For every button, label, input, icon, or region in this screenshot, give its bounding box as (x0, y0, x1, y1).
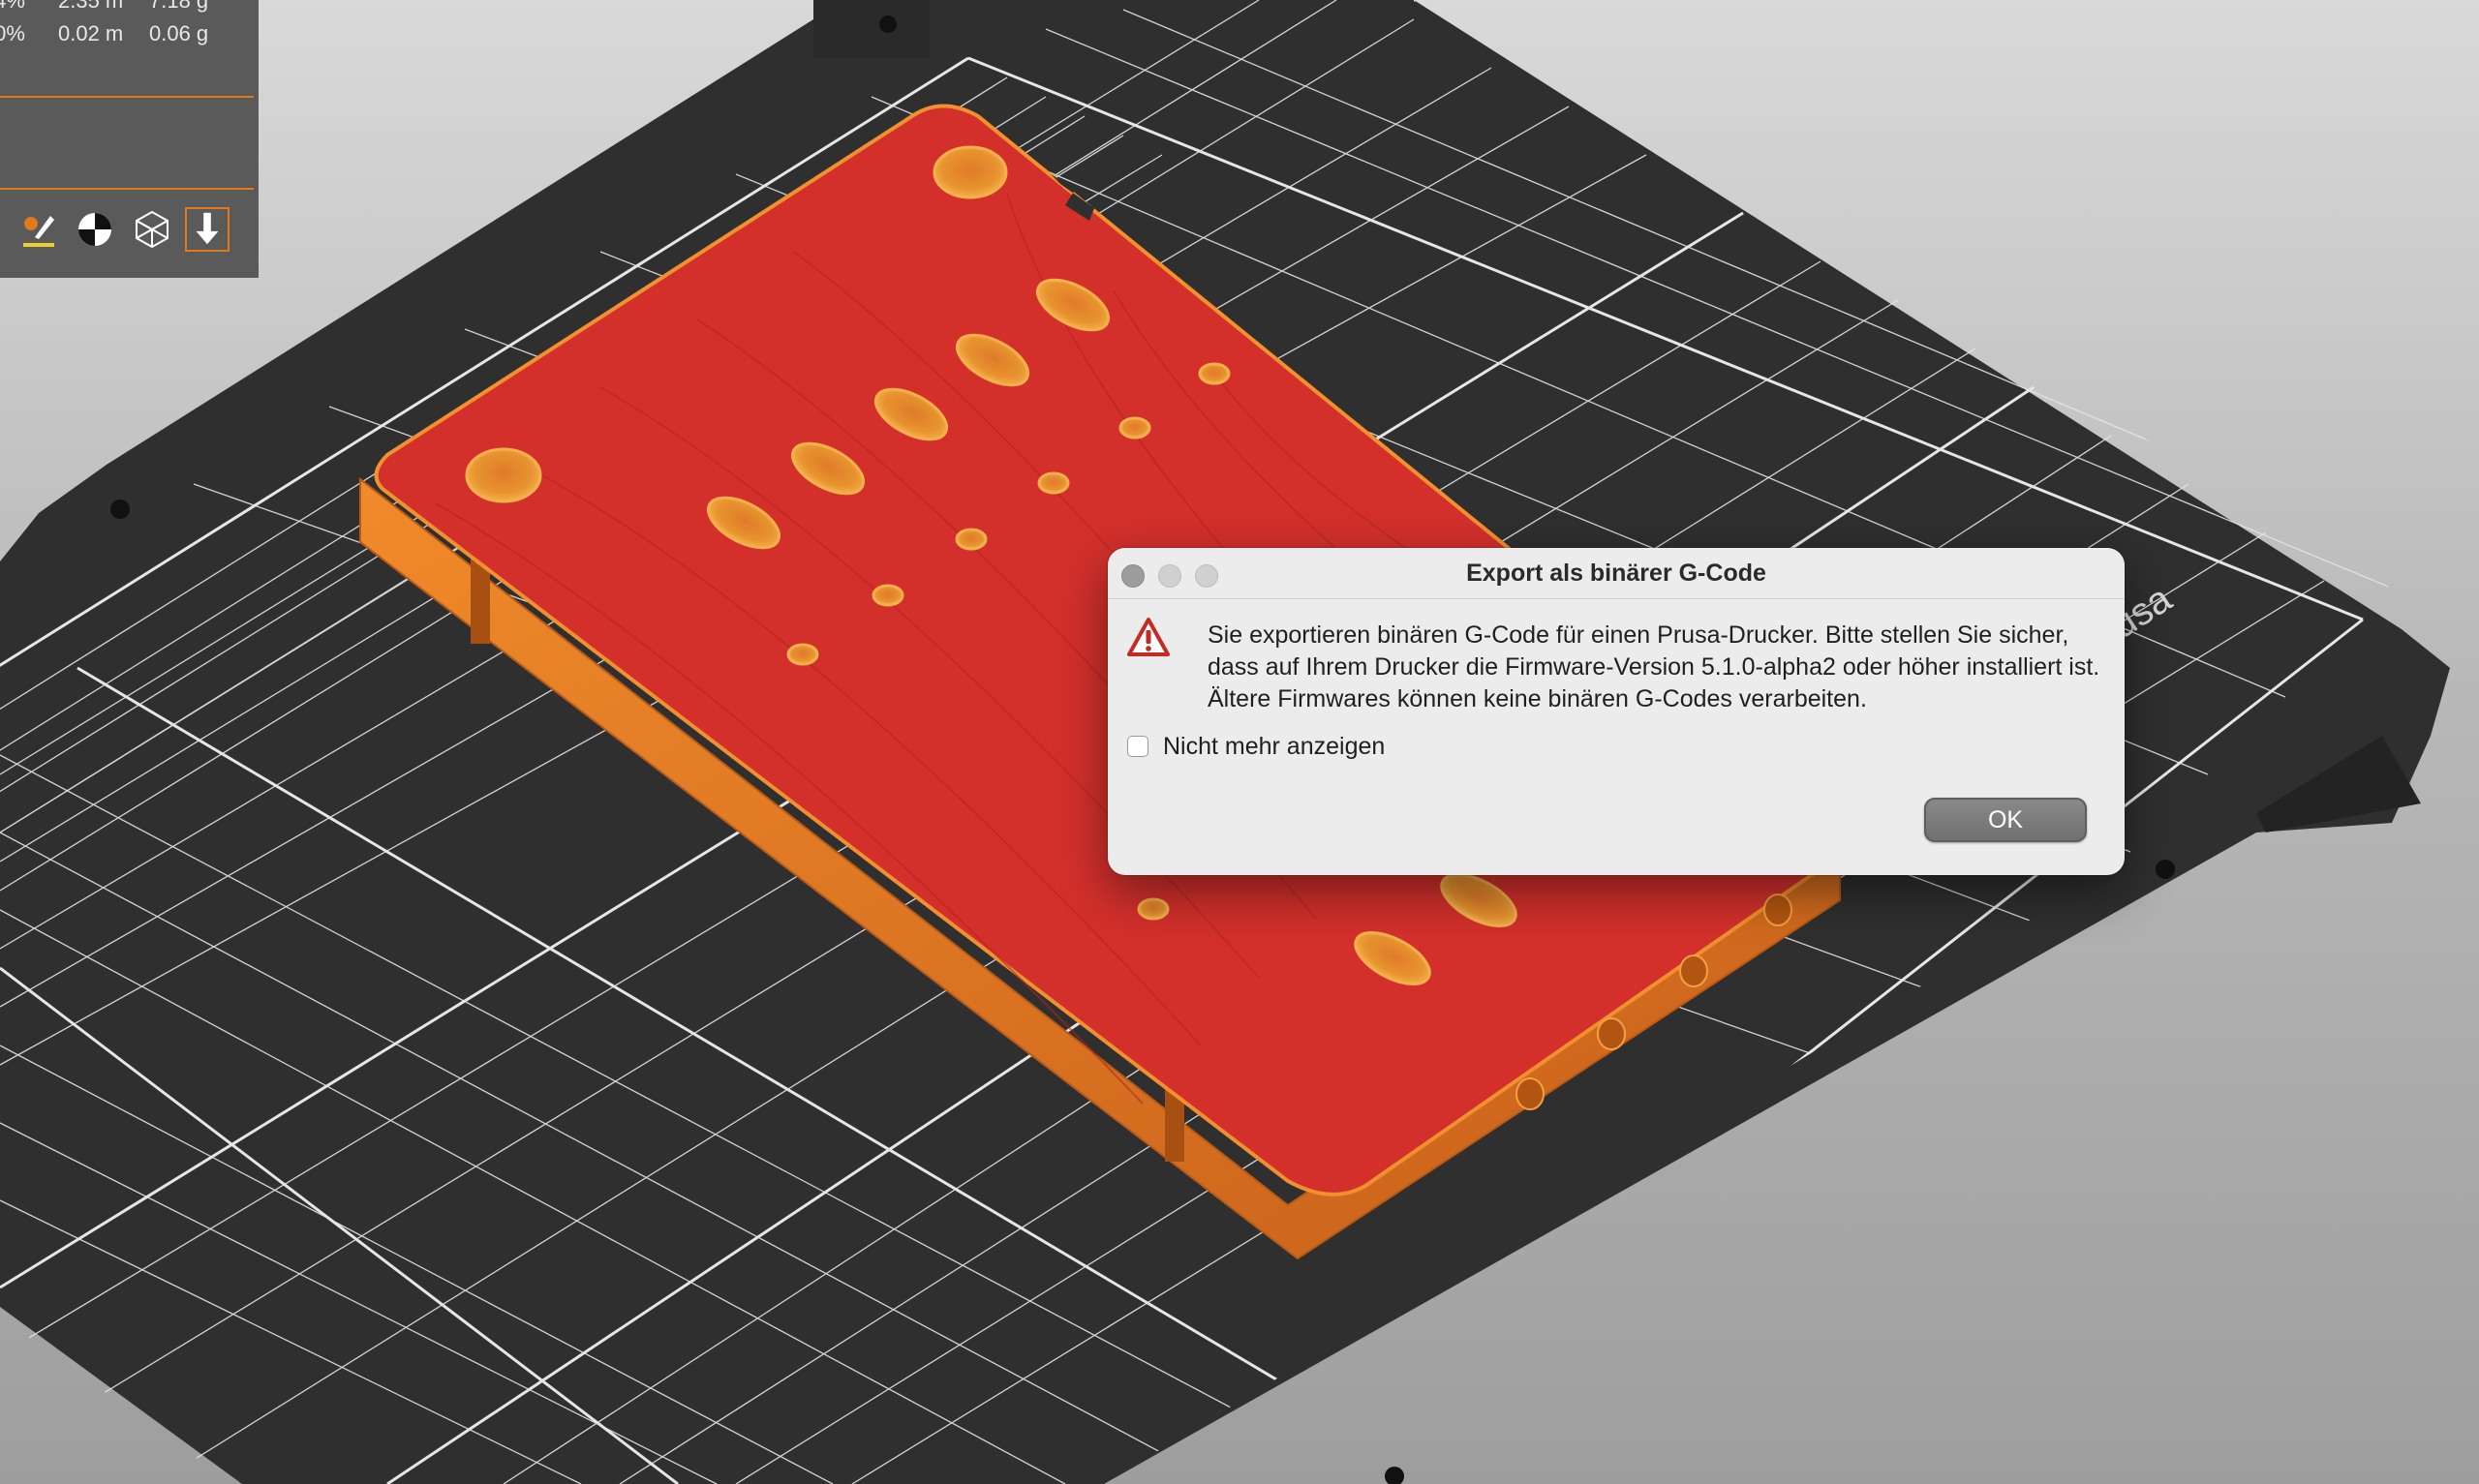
dont-show-again-label[interactable]: Nicht mehr anzeigen (1163, 733, 1385, 761)
cube-wireframe-icon (136, 210, 168, 249)
stats-percent: ,0% (0, 21, 25, 45)
dont-show-again-option[interactable]: Nicht mehr anzeigen (1127, 732, 1385, 761)
ok-button[interactable]: OK (1924, 798, 2087, 842)
center-of-gravity-button[interactable] (73, 207, 117, 252)
stats-weight: 0.06 g (149, 21, 209, 45)
center-of-gravity-icon (78, 213, 111, 246)
dont-show-again-checkbox[interactable] (1127, 736, 1148, 757)
wireframe-view-button[interactable] (130, 207, 174, 252)
export-arrow-icon (196, 212, 219, 245)
slice-stats-panel: ,4% 2.35 m 7.18 g ,0% 0.02 m 0.06 g (0, 0, 259, 278)
panel-divider (0, 188, 254, 190)
dialog-title: Export als binärer G-Code (1466, 560, 1766, 587)
stats-weight: 7.18 g (149, 0, 209, 13)
edit-settings-icon (23, 216, 54, 247)
dialog-titlebar: Export als binärer G-Code (1108, 548, 2125, 599)
warning-icon (1127, 618, 1170, 656)
stats-length: 0.02 m (58, 21, 124, 45)
stats-length: 2.35 m (58, 0, 124, 13)
export-gcode-button[interactable] (185, 207, 230, 252)
panel-divider (0, 96, 254, 98)
stats-percent: ,4% (0, 0, 25, 13)
edit-settings-button[interactable] (16, 207, 61, 252)
export-binary-gcode-dialog: Export als binärer G-Code Sie exportiere… (1108, 548, 2125, 875)
dialog-message: Sie exportieren binären G-Code für einen… (1208, 621, 2100, 712)
